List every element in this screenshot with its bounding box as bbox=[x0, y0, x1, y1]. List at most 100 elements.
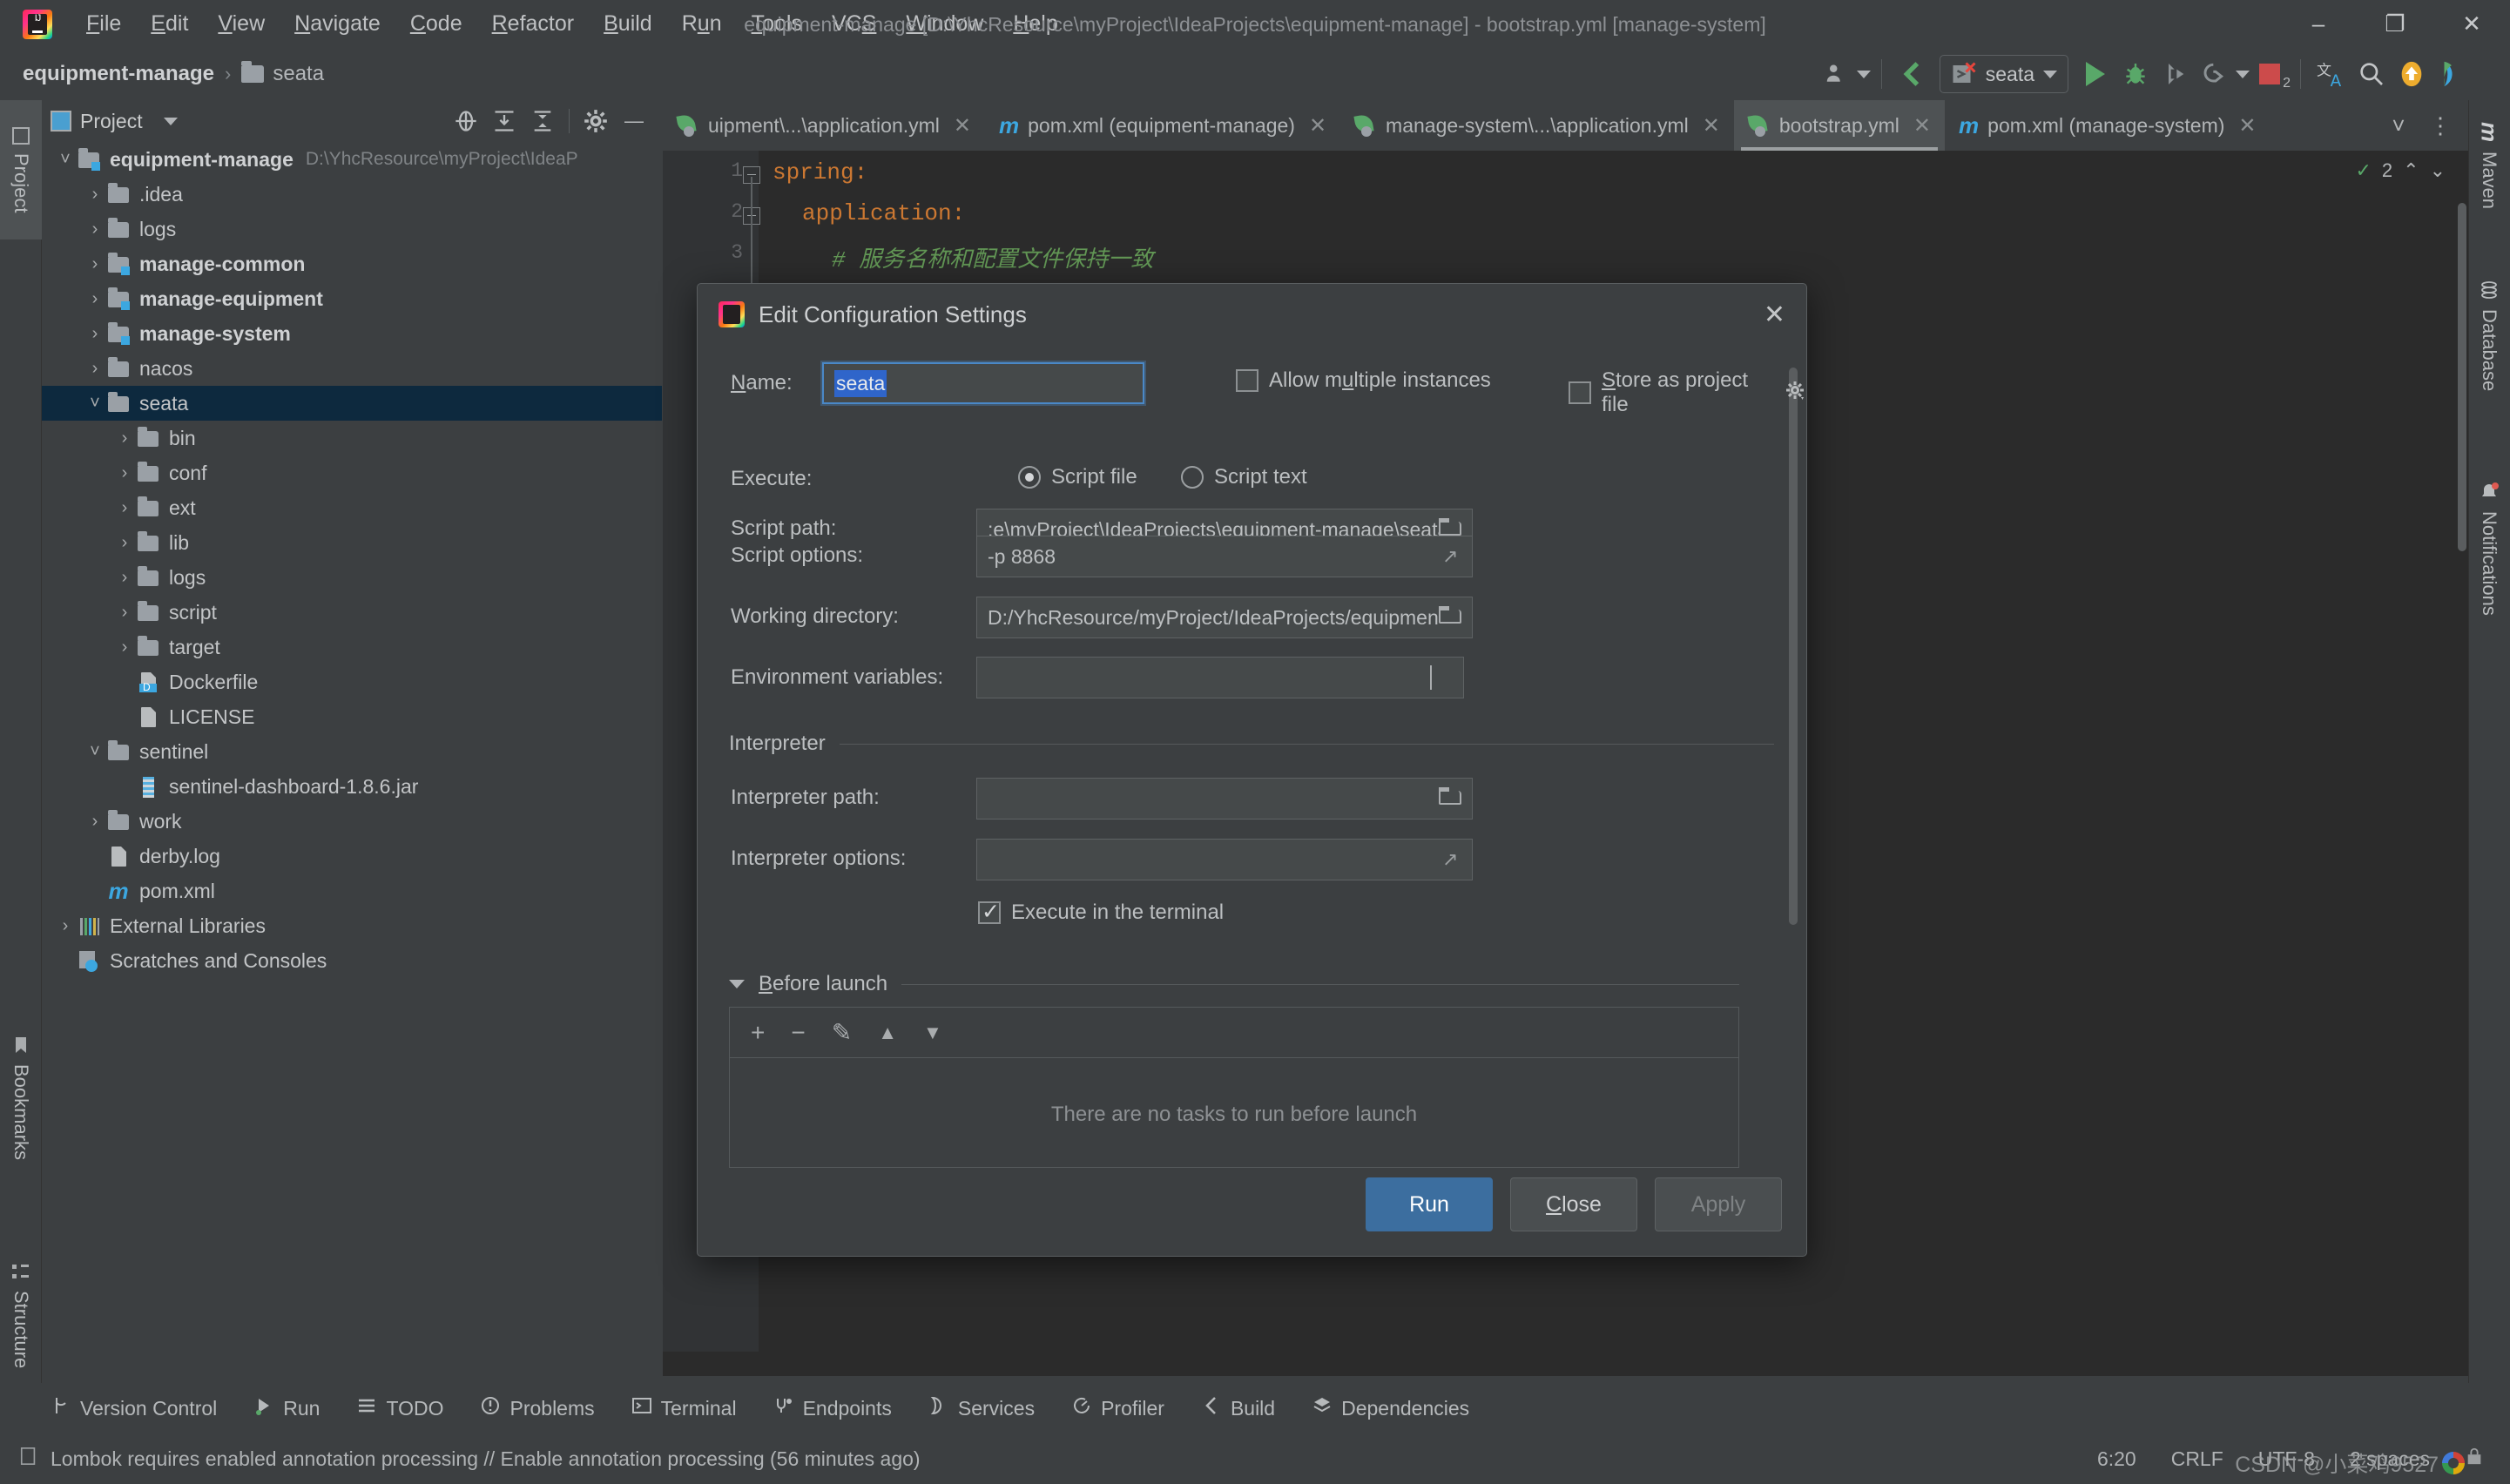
tree-node-external-libraries[interactable]: › External Libraries bbox=[42, 908, 662, 943]
tree-expand-arrow-icon[interactable]: › bbox=[84, 322, 106, 345]
editor-tab-3[interactable]: bootstrap.yml ✕ bbox=[1733, 100, 1946, 151]
editor-tab-4[interactable]: m pom.xml (manage-system) ✕ bbox=[1945, 100, 2270, 151]
store-as-project-file-row[interactable]: Store as project file bbox=[1569, 368, 1806, 417]
tree-node-sentinel[interactable]: ˅ sentinel bbox=[42, 734, 662, 769]
tree-node-dockerfile[interactable]: D Dockerfile bbox=[42, 664, 662, 699]
tool-window-profiler[interactable]: Profiler bbox=[1071, 1395, 1164, 1421]
tree-node-conf[interactable]: › conf bbox=[42, 455, 662, 490]
tree-node-nacos[interactable]: › nacos bbox=[42, 351, 662, 386]
tree-node-equipment-manage[interactable]: ˅ equipment-manage D:\YhcResource\myProjec… bbox=[42, 142, 662, 177]
sidebar-item-structure[interactable]: Structure bbox=[0, 1232, 42, 1398]
debug-button[interactable] bbox=[2115, 54, 2156, 94]
close-tab-icon[interactable]: ✕ bbox=[1913, 113, 1931, 138]
tool-window-services[interactable]: Services bbox=[928, 1395, 1035, 1421]
tree-node--idea[interactable]: › .idea bbox=[42, 177, 662, 212]
before-launch-remove-icon[interactable]: − bbox=[791, 1019, 805, 1047]
tree-expand-arrow-icon[interactable]: ˅ bbox=[54, 148, 77, 171]
tree-node-manage-common[interactable]: › manage-common bbox=[42, 246, 662, 281]
file-encoding[interactable]: UTF-8 bbox=[2258, 1447, 2315, 1471]
tree-node-target[interactable]: › target bbox=[42, 630, 662, 664]
tree-node-logs[interactable]: › logs bbox=[42, 560, 662, 595]
maximize-button[interactable]: ❐ bbox=[2357, 0, 2433, 48]
run-configuration-selector[interactable]: seata bbox=[1939, 55, 2068, 93]
before-launch-add-icon[interactable]: + bbox=[751, 1019, 765, 1047]
tool-window-dependencies[interactable]: Dependencies bbox=[1312, 1395, 1469, 1421]
tree-expand-arrow-icon[interactable]: › bbox=[84, 218, 106, 240]
hide-panel-icon[interactable]: — bbox=[622, 109, 646, 133]
name-input[interactable]: seata bbox=[822, 362, 1144, 404]
working-directory-input[interactable]: D:/YhcResource/myProject/IdeaProjects/eq… bbox=[976, 597, 1473, 638]
sidebar-item-notifications[interactable]: Notifications bbox=[2468, 435, 2510, 662]
close-tab-icon[interactable]: ✕ bbox=[954, 113, 971, 138]
tree-expand-arrow-icon[interactable]: › bbox=[113, 636, 136, 658]
code-fold-icon[interactable] bbox=[743, 207, 762, 226]
close-tab-icon[interactable]: ✕ bbox=[1309, 113, 1326, 138]
indent-setting[interactable]: 2 spaces bbox=[2350, 1447, 2430, 1471]
collapse-all-icon[interactable] bbox=[530, 109, 555, 133]
profile-dropdown-icon[interactable] bbox=[1856, 70, 1871, 78]
tree-expand-arrow-icon[interactable]: › bbox=[84, 287, 106, 310]
environment-variables-edit-icon[interactable] bbox=[1430, 665, 1456, 690]
tree-expand-arrow-icon[interactable]: › bbox=[54, 914, 77, 937]
before-launch-edit-icon[interactable]: ✎ bbox=[832, 1018, 852, 1047]
tree-expand-arrow-icon[interactable]: › bbox=[84, 253, 106, 275]
editor-tab-2[interactable]: manage-system\...\application.yml ✕ bbox=[1340, 100, 1734, 151]
tree-node-derby-log[interactable]: derby.log bbox=[42, 839, 662, 874]
execute-in-terminal-row[interactable]: Execute in the terminal bbox=[978, 899, 1224, 925]
dialog-vertical-scrollbar[interactable] bbox=[1789, 368, 1798, 925]
interpreter-path-input[interactable] bbox=[976, 778, 1473, 820]
search-icon[interactable] bbox=[2351, 54, 2392, 94]
editor-tab-0[interactable]: uipment\...\application.yml ✕ bbox=[663, 100, 985, 151]
menu-code[interactable]: Code bbox=[395, 0, 477, 48]
translate-icon[interactable]: 文A bbox=[2311, 54, 2351, 94]
interpreter-options-expand-icon[interactable]: ↗ bbox=[1442, 848, 1465, 871]
script-file-radio[interactable] bbox=[1018, 466, 1041, 489]
close-window-button[interactable]: ✕ bbox=[2433, 0, 2510, 48]
tree-expand-arrow-icon[interactable]: ˅ bbox=[84, 392, 106, 415]
tool-window-terminal[interactable]: Terminal bbox=[631, 1395, 737, 1421]
dialog-close-icon[interactable]: ✕ bbox=[1764, 300, 1785, 330]
before-launch-collapse-icon[interactable] bbox=[729, 980, 745, 988]
select-opened-file-icon[interactable] bbox=[454, 109, 478, 133]
menu-file[interactable]: File bbox=[71, 0, 136, 48]
tree-node-ext[interactable]: › ext bbox=[42, 490, 662, 525]
script-options-expand-icon[interactable]: ↗ bbox=[1442, 545, 1465, 568]
tool-window-endpoints[interactable]: Endpoints bbox=[773, 1395, 892, 1421]
tree-expand-arrow-icon[interactable]: › bbox=[113, 496, 136, 519]
inspection-up-icon[interactable]: ⌃ bbox=[2403, 159, 2419, 182]
ide-feature-icon[interactable] bbox=[2432, 54, 2472, 94]
expand-all-icon[interactable] bbox=[492, 109, 516, 133]
tree-node-lib[interactable]: › lib bbox=[42, 525, 662, 560]
tab-more-options-icon[interactable]: ⋮ bbox=[2421, 106, 2459, 145]
tree-expand-arrow-icon[interactable]: › bbox=[113, 462, 136, 484]
tree-expand-arrow-icon[interactable]: › bbox=[113, 566, 136, 589]
code-fold-icon[interactable] bbox=[743, 166, 762, 186]
tree-node-manage-equipment[interactable]: › manage-equipment bbox=[42, 281, 662, 316]
tree-expand-arrow-icon[interactable]: › bbox=[84, 183, 106, 206]
tree-node-sentinel-dashboard-1-8-6-jar[interactable]: sentinel-dashboard-1.8.6.jar bbox=[42, 769, 662, 804]
tree-expand-arrow-icon[interactable]: › bbox=[113, 427, 136, 449]
tool-window-problems[interactable]: Problems bbox=[480, 1395, 595, 1421]
menu-build[interactable]: Build bbox=[589, 0, 667, 48]
close-tab-icon[interactable]: ✕ bbox=[1703, 113, 1720, 138]
sidebar-item-project[interactable]: Project bbox=[0, 100, 42, 239]
close-tab-icon[interactable]: ✕ bbox=[2238, 113, 2256, 138]
sidebar-item-bookmarks[interactable]: Bookmarks bbox=[0, 1006, 42, 1189]
script-file-radio-row[interactable]: Script file bbox=[1018, 465, 1137, 489]
status-message[interactable]: Lombok requires enabled annotation proce… bbox=[51, 1447, 921, 1471]
interpreter-options-input[interactable]: ↗ bbox=[976, 839, 1473, 880]
tree-expand-arrow-icon[interactable]: › bbox=[113, 531, 136, 554]
update-project-icon[interactable] bbox=[1893, 54, 1933, 94]
run-button[interactable]: Run bbox=[1366, 1177, 1493, 1231]
code-line[interactable]: application: bbox=[802, 200, 965, 226]
code-line[interactable]: # 服务名称和配置文件保持一致 bbox=[832, 241, 1153, 273]
breadcrumb-project[interactable]: equipment-manage bbox=[23, 62, 214, 86]
menu-navigate[interactable]: Navigate bbox=[280, 0, 395, 48]
tool-window-run[interactable]: Run bbox=[253, 1395, 320, 1421]
project-view-chevron-down-icon[interactable] bbox=[163, 117, 178, 125]
store-as-project-file-checkbox[interactable] bbox=[1569, 381, 1591, 404]
menu-edit[interactable]: Edit bbox=[136, 0, 203, 48]
profile-run-dropdown-icon[interactable] bbox=[2236, 70, 2250, 78]
tree-expand-arrow-icon[interactable]: › bbox=[84, 810, 106, 833]
sidebar-item-database[interactable]: Database bbox=[2468, 253, 2510, 418]
